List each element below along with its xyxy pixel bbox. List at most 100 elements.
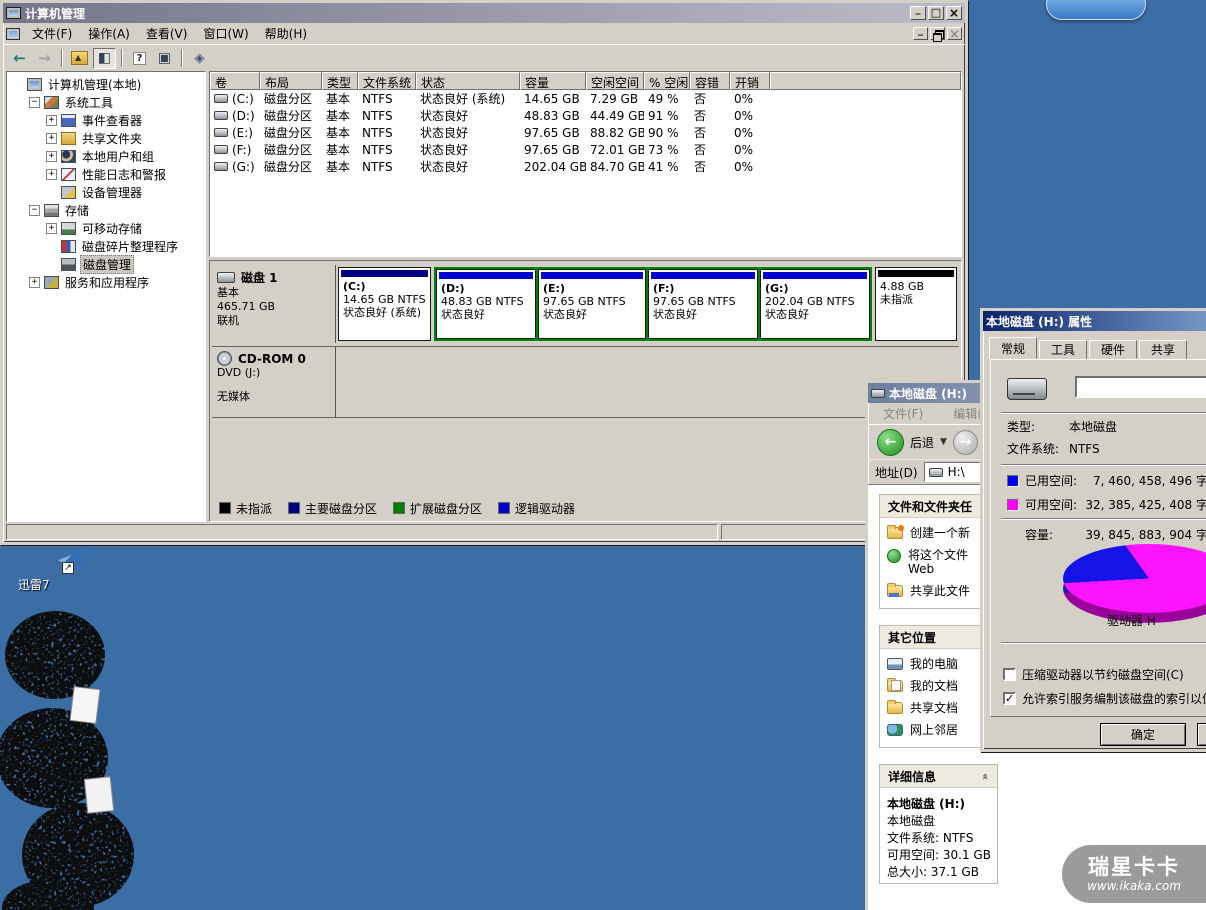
- task-item-folder-new[interactable]: 创建一个新: [887, 526, 994, 540]
- disk-1-header[interactable]: 磁盘 1 基本 465.71 GB 联机: [212, 265, 336, 343]
- minimize-button[interactable]: [910, 6, 926, 20]
- sidebar-item-removable-storage[interactable]: +可移动存储: [7, 219, 205, 237]
- watermark-url: www.ikaka.com: [1087, 879, 1181, 894]
- tab-1[interactable]: 工具: [1039, 340, 1087, 359]
- task-item-network-places[interactable]: 网上邻居: [887, 723, 994, 737]
- column-header-5[interactable]: 容量: [520, 72, 586, 90]
- cell: 状态良好: [416, 124, 520, 141]
- menu-item-0[interactable]: 文件(F): [24, 25, 80, 43]
- properties-button[interactable]: [128, 48, 151, 69]
- partition-c[interactable]: (C:)14.65 GB NTFS状态良好 (系统): [338, 267, 431, 341]
- task-item-folder-share[interactable]: 共享此文件: [887, 584, 994, 598]
- forward-button[interactable]: →: [953, 430, 978, 455]
- new-window-button[interactable]: [153, 48, 176, 69]
- sidebar-item-device-manager[interactable]: 设备管理器: [7, 183, 205, 201]
- partition-f[interactable]: (F:)97.65 GB NTFS状态良好: [648, 269, 758, 339]
- menu-bar: 文件(F)操作(A)查看(V)窗口(W)帮助(H): [3, 23, 965, 44]
- forward-button[interactable]: [33, 48, 56, 69]
- sidebar-item-shared-folders[interactable]: + 共享文件夹: [7, 129, 205, 147]
- column-header-6[interactable]: 空闲空间: [586, 72, 644, 90]
- tab-2[interactable]: 硬件: [1089, 340, 1137, 359]
- cdrom-header[interactable]: CD-ROM 0 DVD (J:) 无媒体: [212, 347, 336, 417]
- menu-item-4[interactable]: 帮助(H): [257, 25, 315, 43]
- menu-item-1[interactable]: 操作(A): [80, 25, 138, 43]
- sidebar-item-local-users-groups[interactable]: +本地用户和组: [7, 147, 205, 165]
- panel-title: 详细信息: [888, 768, 936, 785]
- console-tree-toggle-button[interactable]: [93, 48, 116, 69]
- sidebar-item-services-applications[interactable]: +服务和应用程序: [7, 273, 205, 291]
- expand-box-icon[interactable]: +: [46, 133, 57, 144]
- back-dropdown-icon[interactable]: ▼: [940, 437, 947, 447]
- sidebar-item-event-viewer[interactable]: +事件查看器: [7, 111, 205, 129]
- column-header-0[interactable]: 卷: [210, 72, 260, 90]
- xunlei7-desktop-shortcut[interactable]: ↗ 迅雷7: [18, 548, 98, 593]
- volume-row-f[interactable]: (F:)磁盘分区基本NTFS状态良好97.65 GB72.01 GB73 %否0…: [210, 141, 961, 158]
- column-header-1[interactable]: 布局: [260, 72, 322, 90]
- cancel-button[interactable]: [1197, 723, 1206, 746]
- task-item-shared-documents[interactable]: 共享文档: [887, 701, 994, 715]
- back-label[interactable]: 后退: [910, 434, 934, 451]
- collapse-box-icon[interactable]: −: [29, 205, 40, 216]
- volume-row-d[interactable]: (D:)磁盘分区基本NTFS状态良好48.83 GB44.49 GB91 %否0…: [210, 107, 961, 124]
- collapse-chevron-icon[interactable]: «: [979, 772, 992, 779]
- title-bar[interactable]: 本地磁盘 (H:) 属性: [983, 311, 1206, 331]
- collapse-box-icon[interactable]: −: [29, 97, 40, 108]
- expand-box-icon[interactable]: +: [46, 223, 57, 234]
- tab-3[interactable]: 共享: [1139, 340, 1187, 359]
- mdi-child-icon: [6, 28, 20, 40]
- sidebar-item-computer-management[interactable]: 计算机管理(本地): [7, 75, 205, 93]
- action-button[interactable]: [188, 48, 211, 69]
- column-header-3[interactable]: 文件系统: [358, 72, 416, 90]
- cell: 72.01 GB: [586, 143, 644, 157]
- legend-swatch: [498, 502, 510, 514]
- tree-item-label: 共享文件夹: [80, 130, 144, 147]
- ok-button[interactable]: 确定: [1100, 723, 1186, 746]
- volume-row-e[interactable]: (E:)磁盘分区基本NTFS状态良好97.65 GB88.82 GB90 %否0…: [210, 124, 961, 141]
- expand-box-icon[interactable]: +: [29, 277, 40, 288]
- mdi-minimize-button[interactable]: [913, 27, 928, 40]
- partition-e[interactable]: (E:)97.65 GB NTFS状态良好: [538, 269, 646, 339]
- maximize-button[interactable]: [928, 6, 944, 20]
- close-button[interactable]: [946, 6, 962, 20]
- system-tools-icon: [44, 96, 59, 109]
- partition-info: (D:)48.83 GB NTFS状态良好: [437, 281, 535, 322]
- mdi-close-button[interactable]: [947, 27, 962, 40]
- column-header-4[interactable]: 状态: [416, 72, 520, 90]
- partition-g[interactable]: (G:)202.04 GB NTFS状态良好: [760, 269, 870, 339]
- index-service-checkbox[interactable]: ✓: [1003, 692, 1016, 705]
- task-item-my-computer[interactable]: 我的电脑: [887, 657, 994, 671]
- partition-d[interactable]: (D:)48.83 GB NTFS状态良好: [436, 269, 536, 339]
- task-item-publish-web[interactable]: 将这个文件Web: [887, 548, 994, 576]
- tab-0[interactable]: 常规: [989, 337, 1037, 359]
- drive-icon: [871, 389, 885, 398]
- volume-row-g[interactable]: (G:)磁盘分区基本NTFS状态良好202.04 GB84.70 GB41 %否…: [210, 158, 961, 175]
- floating-widget[interactable]: [1046, 0, 1146, 20]
- back-button[interactable]: [8, 48, 31, 69]
- expand-box-icon[interactable]: +: [46, 169, 57, 180]
- back-button[interactable]: ←: [877, 429, 904, 456]
- menu-item-3[interactable]: 窗口(W): [195, 25, 256, 43]
- compress-drive-checkbox[interactable]: [1003, 668, 1016, 681]
- expand-box-icon[interactable]: +: [46, 115, 57, 126]
- column-header-7[interactable]: % 空闲: [644, 72, 690, 90]
- sidebar-item-disk-management[interactable]: 磁盘管理: [7, 255, 205, 273]
- task-item-my-documents[interactable]: 我的文档: [887, 679, 994, 693]
- volume-row-c[interactable]: (C:)磁盘分区基本NTFS状态良好 (系统)14.65 GB7.29 GB49…: [210, 90, 961, 107]
- mdi-restore-button[interactable]: [930, 27, 945, 40]
- title-bar[interactable]: 计算机管理: [3, 3, 965, 23]
- column-header-9[interactable]: 开销: [730, 72, 770, 90]
- menu-item-2[interactable]: 查看(V): [138, 25, 196, 43]
- expand-box-icon[interactable]: +: [46, 151, 57, 162]
- up-level-button[interactable]: [68, 48, 91, 69]
- sidebar-item-disk-defragmenter[interactable]: 磁盘碎片整理程序: [7, 237, 205, 255]
- menu-item-0[interactable]: 文件(F): [883, 405, 923, 422]
- sidebar-item-storage[interactable]: −存储: [7, 201, 205, 219]
- panel-header-details[interactable]: 详细信息 «: [880, 765, 997, 788]
- column-header-2[interactable]: 类型: [322, 72, 358, 90]
- sidebar-item-system-tools[interactable]: −系统工具: [7, 93, 205, 111]
- volume-label-field[interactable]: [1075, 376, 1206, 398]
- sidebar-item-performance-logs[interactable]: +性能日志和警报: [7, 165, 205, 183]
- unallocated-space[interactable]: 4.88 GB未指派: [875, 267, 957, 341]
- column-header-8[interactable]: 容错: [690, 72, 730, 90]
- performance-logs-icon: [61, 168, 76, 181]
